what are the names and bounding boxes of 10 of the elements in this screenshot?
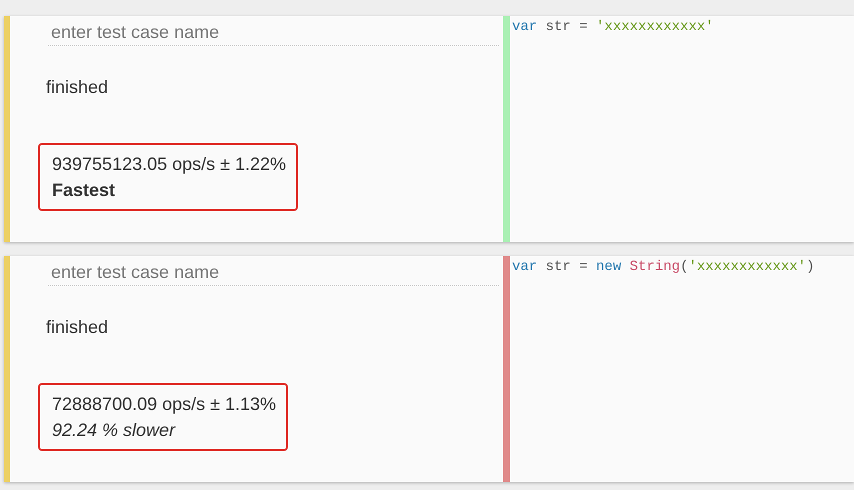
ops-per-second-text: 939755123.05 ops/s ± 1.22% xyxy=(52,153,286,176)
status-text: finished xyxy=(46,76,108,99)
result-verdict-text: Fastest xyxy=(52,179,116,202)
test-case-name-field[interactable]: enter test case name xyxy=(48,260,499,286)
code-editor-line[interactable]: var str = new String('xxxxxxxxxxxx') xyxy=(512,258,854,276)
status-text: finished xyxy=(46,316,108,339)
result-verdict-text: 92.24 % slower xyxy=(52,419,177,442)
code-editor-line[interactable]: var str = 'xxxxxxxxxxxx' xyxy=(512,18,854,36)
ops-per-second-text: 72888700.09 ops/s ± 1.13% xyxy=(52,393,276,416)
test-case-name-field[interactable]: enter test case name xyxy=(48,20,499,46)
